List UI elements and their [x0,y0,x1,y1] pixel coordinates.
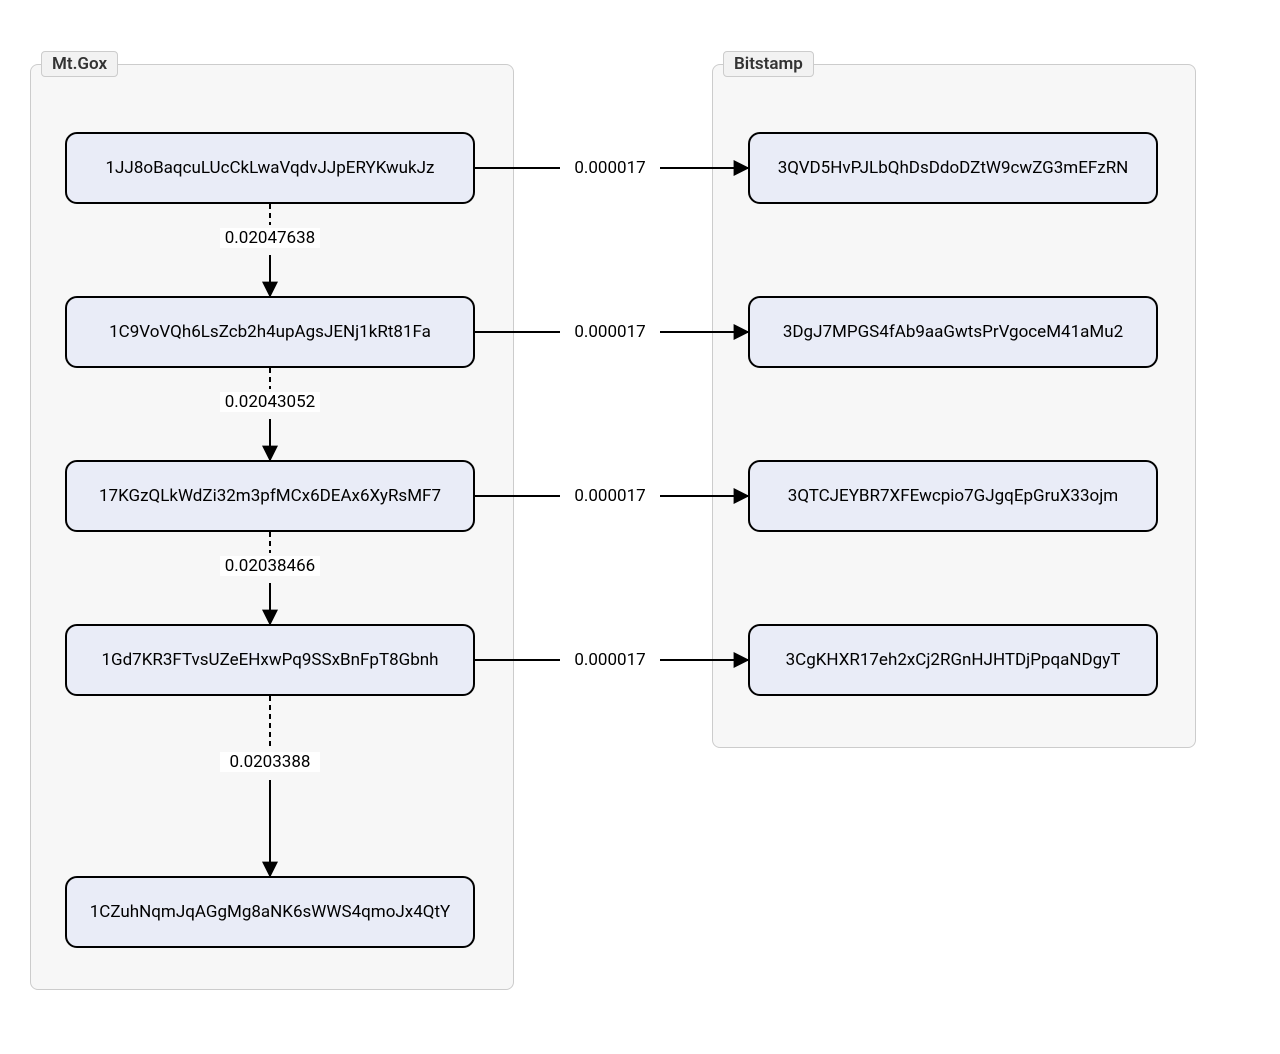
edge-label-h4: 0.000017 [560,650,660,670]
node-r4: 3CgKHXR17eh2xCj2RGnHJHTDjPpqaNDgyT [748,624,1158,696]
node-r3: 3QTCJEYBR7XFEwcpio7GJgqEpGruX33ojm [748,460,1158,532]
edge-label-h3: 0.000017 [560,486,660,506]
edge-label-v4: 0.0203388 [220,752,320,772]
edge-label-v3: 0.02038466 [220,556,320,576]
group-mtgox-label: Mt.Gox [41,51,118,77]
group-bitstamp-label: Bitstamp [723,51,814,77]
edge-label-v1: 0.02047638 [220,228,320,248]
edge-label-h1: 0.000017 [560,158,660,178]
node-l3: 17KGzQLkWdZi32m3pfMCx6DEAx6XyRsMF7 [65,460,475,532]
node-l1: 1JJ8oBaqcuLUcCkLwaVqdvJJpERYKwukJz [65,132,475,204]
node-r2: 3DgJ7MPGS4fAb9aaGwtsPrVgoceM41aMu2 [748,296,1158,368]
node-l4: 1Gd7KR3FTvsUZeEHxwPq9SSxBnFpT8Gbnh [65,624,475,696]
node-r1: 3QVD5HvPJLbQhDsDdoDZtW9cwZG3mEFzRN [748,132,1158,204]
edge-label-h2: 0.000017 [560,322,660,342]
diagram-canvas: Mt.Gox Bitstamp 1JJ8oBaqcuLUcCkLwaVqdvJJ… [0,0,1280,1054]
edge-label-v2: 0.02043052 [220,392,320,412]
node-l5: 1CZuhNqmJqAGgMg8aNK6sWWS4qmoJx4QtY [65,876,475,948]
node-l2: 1C9VoVQh6LsZcb2h4upAgsJENj1kRt81Fa [65,296,475,368]
